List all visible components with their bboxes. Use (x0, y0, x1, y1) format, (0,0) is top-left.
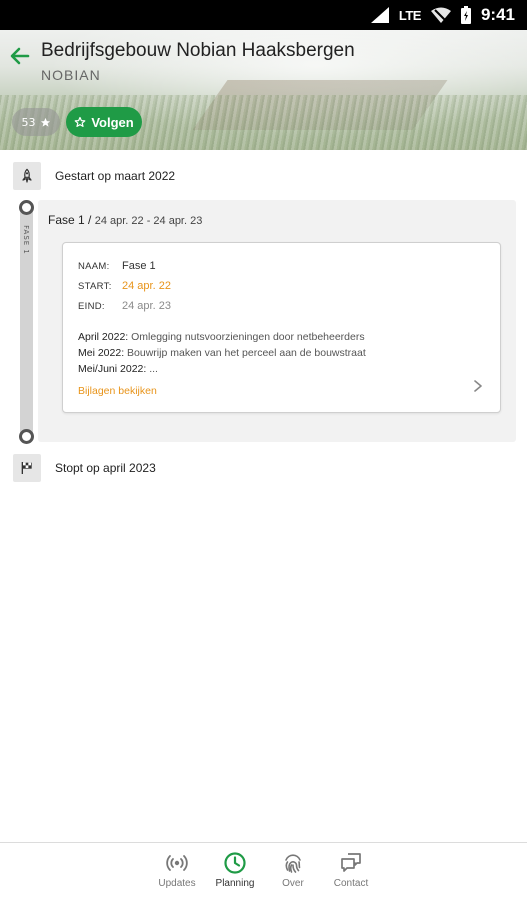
fingerprint-icon (285, 854, 301, 873)
signal-icon (370, 7, 389, 23)
phase-date-range: 24 apr. 22 - 24 apr. 23 (94, 215, 203, 227)
nav-label-over: Over (282, 878, 304, 889)
nav-tab-over[interactable]: Over (263, 851, 323, 889)
follow-button-label: Volgen (91, 114, 134, 130)
phase-end-row: EIND: 24 apr. 23 (78, 300, 171, 312)
nav-label-updates: Updates (158, 878, 196, 889)
status-bar: LTE 9:41 (0, 0, 527, 30)
broadcast-icon (166, 855, 188, 871)
end-key: EIND: (78, 300, 105, 312)
phase-description: April 2022: Omlegging nutsvoorzieningen … (78, 329, 488, 377)
phase-rail-label: FASE 1 (22, 225, 30, 255)
description-line: Mei 2022: Bouwrijp maken van het perceel… (78, 347, 366, 359)
rating-count: 53 (21, 115, 36, 129)
phase-end-dot (19, 429, 34, 444)
phase-heading: Fase 1 / 24 apr. 22 - 24 apr. 23 (48, 213, 202, 227)
phase-start-row: START: 24 apr. 22 (78, 280, 171, 292)
start-key: START: (78, 280, 112, 292)
phase-card[interactable]: NAAM: Fase 1 START: 24 apr. 22 EIND: 24 … (62, 242, 501, 413)
start-value: 24 apr. 22 (122, 280, 171, 292)
view-attachments-link[interactable]: Bijlagen bekijken (78, 385, 157, 397)
phase-name: Fase 1 / (48, 213, 92, 227)
page-title: Bedrijfsgebouw Nobian Haaksbergen (41, 40, 355, 61)
start-milestone: Gestart op maart 2022 (13, 162, 175, 190)
name-key: NAAM: (78, 260, 110, 272)
clock-icon (224, 852, 246, 874)
end-value: 24 apr. 23 (122, 300, 171, 312)
end-milestone: Stopt op april 2023 (13, 454, 156, 482)
phase-name-row: NAAM: Fase 1 (78, 260, 156, 272)
nav-label-planning: Planning (215, 878, 255, 889)
network-type: LTE (398, 7, 422, 23)
wifi-icon (430, 7, 451, 23)
rating-badge: 53 (12, 108, 60, 136)
follow-button[interactable]: Volgen (66, 107, 142, 137)
end-label: Stopt op april 2023 (55, 461, 156, 475)
nav-tab-planning[interactable]: Planning (205, 851, 265, 889)
clock-time: 9:41 (480, 5, 515, 24)
star-outline-icon (74, 116, 86, 127)
nav-label-contact: Contact (333, 878, 369, 889)
description-line: April 2022: Omlegging nutsvoorzieningen … (78, 331, 365, 343)
start-label: Gestart op maart 2022 (55, 169, 176, 183)
name-value: Fase 1 (122, 260, 156, 272)
rocket-icon (13, 162, 41, 190)
back-arrow-icon[interactable] (8, 44, 32, 68)
battery-icon (460, 6, 471, 24)
description-line: Mei/Juni 2022: ... (78, 363, 158, 375)
nav-tab-updates[interactable]: Updates (147, 851, 207, 889)
star-icon (40, 117, 50, 127)
flag-icon (13, 454, 41, 482)
project-header: Bedrijfsgebouw Nobian Haaksbergen NOBIAN… (0, 30, 527, 150)
chat-icon (341, 853, 361, 872)
bottom-navigation: Updates Planning Over Contact (0, 842, 527, 900)
nav-tab-contact[interactable]: Contact (321, 851, 381, 889)
company-name: NOBIAN (41, 67, 101, 83)
chevron-right-icon[interactable] (472, 379, 484, 393)
phase-start-dot (19, 200, 34, 215)
